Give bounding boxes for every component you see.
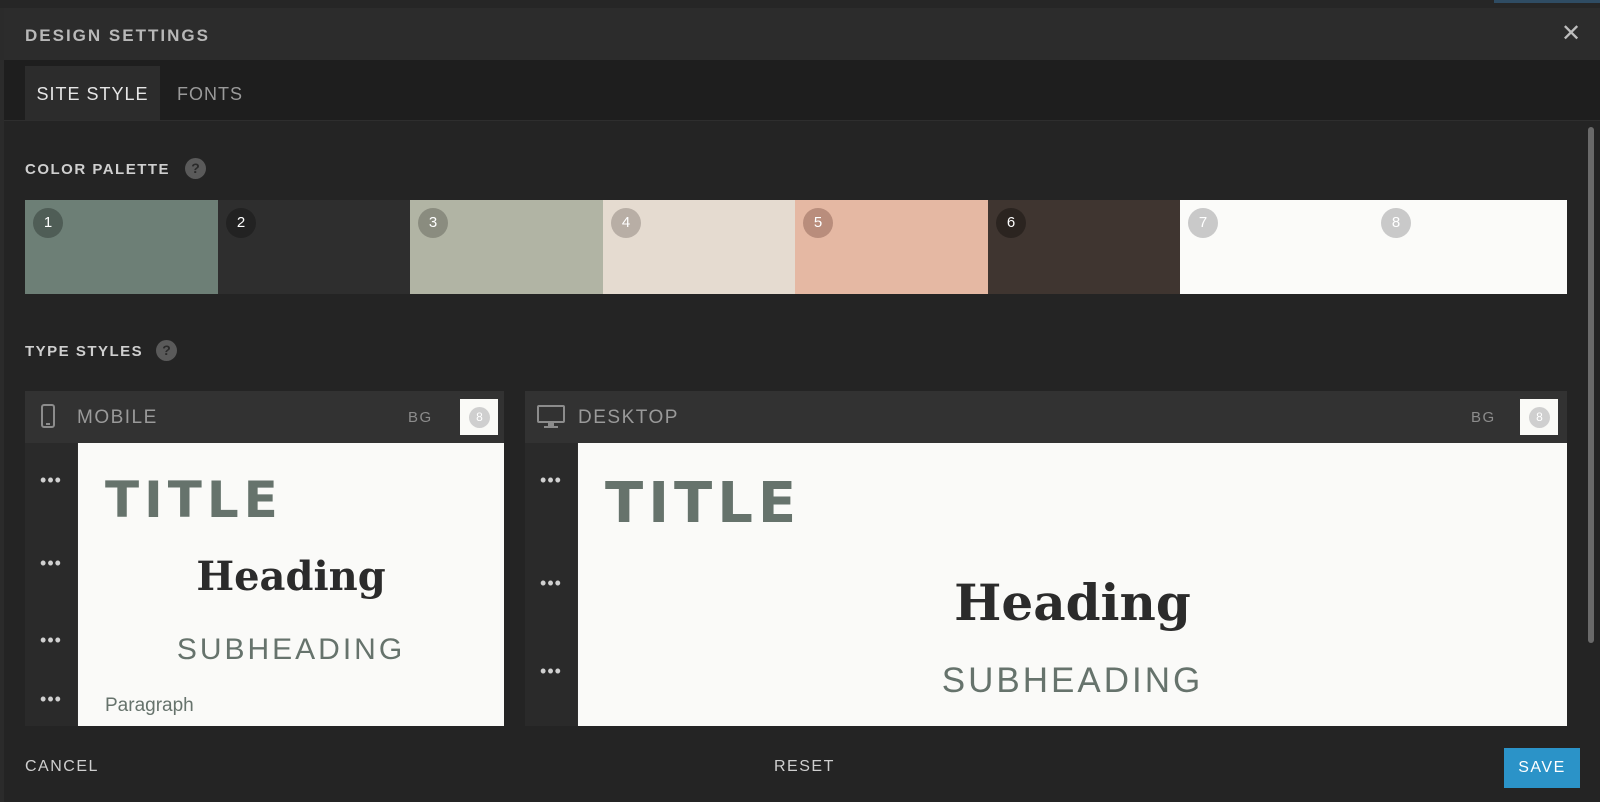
save-button[interactable]: SAVE: [1504, 748, 1580, 788]
mobile-style-gutter: ••• ••• ••• •••: [25, 443, 77, 727]
tab-fonts[interactable]: FONTS: [160, 66, 260, 120]
app-top-accent: [1494, 0, 1600, 3]
desktop-preview: TITLE Heading SUBHEADING: [578, 443, 1567, 727]
desktop-panel-header: DESKTOP BG 8: [525, 391, 1567, 443]
swatch-number: 4: [611, 208, 641, 238]
reset-button[interactable]: RESET: [774, 758, 835, 776]
desktop-monitor-icon: [537, 405, 565, 429]
swatch-number: 1: [33, 208, 63, 238]
desktop-subheading-sample[interactable]: SUBHEADING: [578, 661, 1567, 701]
color-swatch-5[interactable]: 5: [795, 200, 988, 294]
swatch-number: 6: [996, 208, 1026, 238]
modal-title: DESIGN SETTINGS: [25, 26, 210, 45]
close-icon[interactable]: ✕: [1559, 22, 1583, 46]
color-palette-label: COLOR PALETTE: [25, 161, 171, 178]
more-icon-heading[interactable]: •••: [25, 553, 77, 574]
more-icon-heading[interactable]: •••: [525, 573, 577, 594]
color-swatch-1[interactable]: 1: [25, 200, 218, 294]
mobile-phone-icon: [41, 404, 55, 428]
mobile-panel-title: MOBILE: [77, 407, 158, 428]
mobile-heading-sample[interactable]: Heading: [78, 553, 504, 600]
color-swatch-8[interactable]: 8: [1373, 200, 1567, 294]
content-scrollbar[interactable]: [1588, 127, 1594, 643]
more-icon-title[interactable]: •••: [25, 470, 77, 491]
swatch-number: 2: [226, 208, 256, 238]
desktop-panel-title: DESKTOP: [578, 407, 679, 428]
mobile-panel-header: MOBILE BG 8: [25, 391, 504, 443]
desktop-bg-label: BG: [1471, 409, 1496, 426]
tab-bar: SITE STYLE FONTS: [4, 60, 1600, 121]
swatch-number: 3: [418, 208, 448, 238]
modal-footer: CANCEL RESET SAVE: [4, 726, 1600, 802]
mobile-bg-value: 8: [469, 407, 490, 428]
desktop-bg-value: 8: [1529, 407, 1550, 428]
more-icon-subheading[interactable]: •••: [25, 630, 77, 651]
swatch-number: 5: [803, 208, 833, 238]
mobile-bg-selector[interactable]: 8: [460, 399, 498, 435]
mobile-preview: TITLE Heading SUBHEADING Paragraph: [78, 443, 504, 727]
swatch-number: 8: [1381, 208, 1411, 238]
mobile-type-panel: MOBILE BG 8 ••• ••• ••• ••• TITLE Headin…: [25, 391, 504, 727]
desktop-type-panel: DESKTOP BG 8 ••• ••• ••• TITLE Heading S…: [525, 391, 1567, 727]
desktop-style-gutter: ••• ••• •••: [525, 443, 577, 727]
mobile-title-sample[interactable]: TITLE: [105, 471, 283, 529]
color-swatch-7[interactable]: 7: [1180, 200, 1373, 294]
desktop-bg-selector[interactable]: 8: [1520, 399, 1558, 435]
swatch-number: 7: [1188, 208, 1218, 238]
more-icon-subheading[interactable]: •••: [525, 661, 577, 682]
design-settings-modal: DESIGN SETTINGS ✕ SITE STYLE FONTS COLOR…: [4, 8, 1600, 802]
tab-site-style[interactable]: SITE STYLE: [25, 66, 160, 120]
cancel-button[interactable]: CANCEL: [25, 758, 99, 776]
modal-header: DESIGN SETTINGS ✕: [4, 8, 1600, 60]
color-swatch-6[interactable]: 6: [988, 200, 1180, 294]
mobile-paragraph-sample[interactable]: Paragraph: [105, 695, 194, 717]
desktop-heading-sample[interactable]: Heading: [578, 573, 1567, 632]
type-styles-help-icon[interactable]: ?: [156, 340, 177, 361]
color-swatch-4[interactable]: 4: [603, 200, 795, 294]
mobile-bg-label: BG: [408, 409, 433, 426]
color-palette: 1 2 3 4 5 6 7 8: [25, 200, 1567, 294]
app-top-bar: [0, 0, 1600, 8]
more-icon-title[interactable]: •••: [525, 470, 577, 491]
type-styles-label: TYPE STYLES: [25, 343, 144, 360]
desktop-title-sample[interactable]: TITLE: [605, 471, 801, 536]
color-swatch-2[interactable]: 2: [218, 200, 410, 294]
color-palette-help-icon[interactable]: ?: [185, 158, 206, 179]
color-swatch-3[interactable]: 3: [410, 200, 603, 294]
mobile-subheading-sample[interactable]: SUBHEADING: [78, 633, 504, 667]
more-icon-paragraph[interactable]: •••: [25, 689, 77, 710]
